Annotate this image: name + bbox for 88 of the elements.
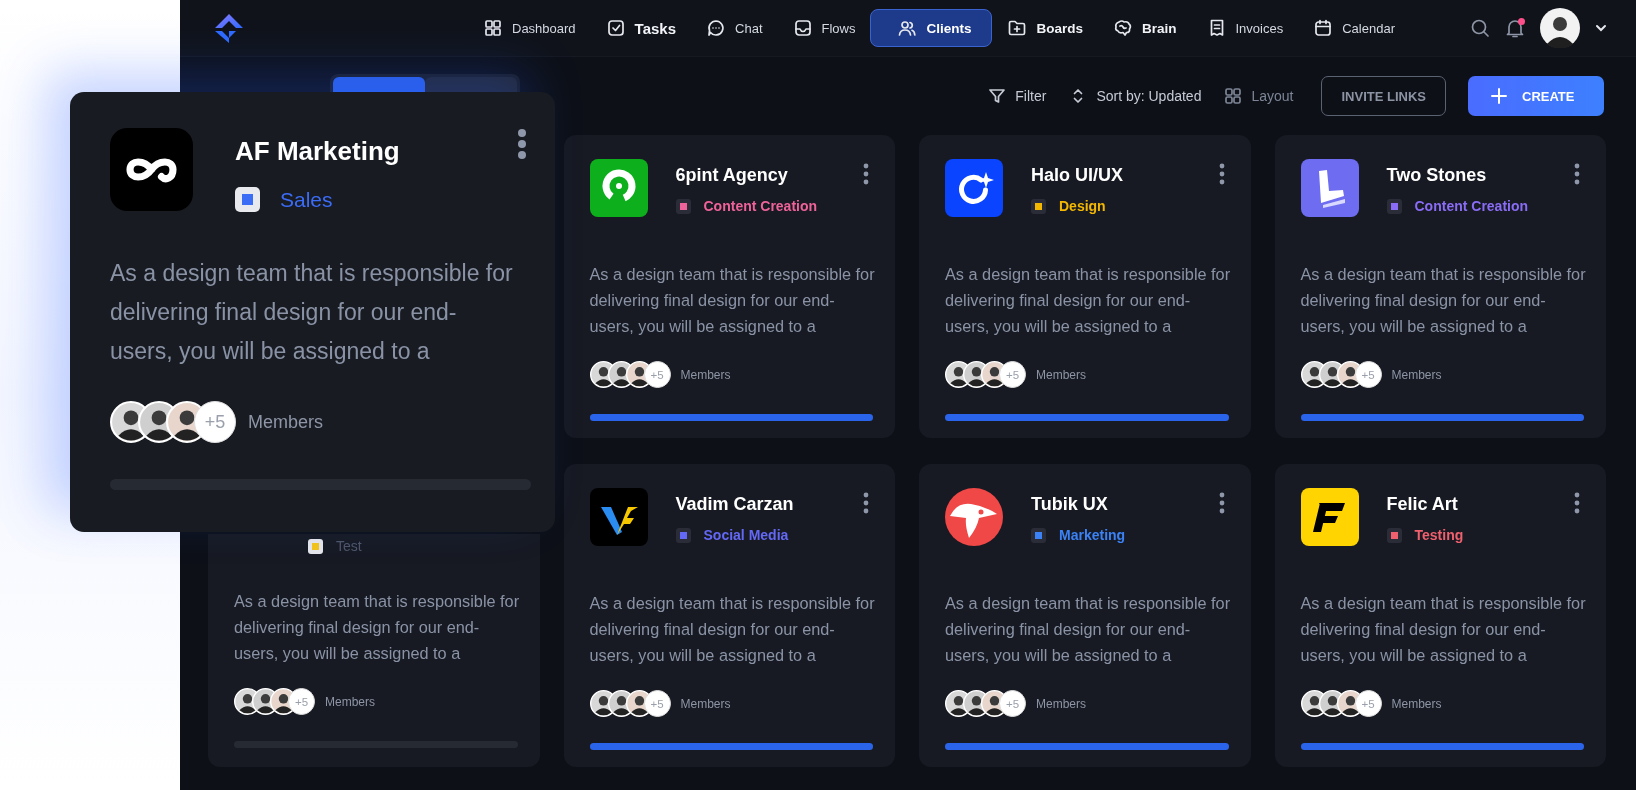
nav-link[interactable]: Brain [1098,9,1192,47]
client-name: AF Marketing [235,136,401,167]
nav-link[interactable]: Chat [691,9,778,47]
more-menu-icon[interactable] [863,163,869,185]
members-label: Members [1391,696,1442,711]
tag-label: Social Media [703,527,789,543]
more-menu-icon[interactable] [863,492,869,514]
members-label: Members [1391,367,1442,382]
more-menu-icon[interactable] [1218,163,1225,185]
tag-label: Design [1059,198,1106,214]
client-card[interactable]: Tubik UX Marketing As a design team that is responsible for delivering final design for our end-users, you will be assigned to a +5 Members [919,464,1251,767]
chat-icon [706,18,727,38]
toolbar-link[interactable]: Sort by: Updated [1068,86,1202,106]
users-icon [897,18,918,38]
nav-link[interactable]: Boards [992,9,1098,47]
member-count: +5 [643,690,671,717]
more-menu-icon[interactable] [1574,492,1580,514]
toolbar-link[interactable]: Layout [1223,86,1294,106]
tag-label: Test [336,538,362,554]
client-name: Halo UI/UX [1031,165,1124,186]
nav-link[interactable]: Clients [870,9,993,47]
client-card[interactable]: Vadim Carzan Social Media As a design team that is responsible for delivering final design for our end-users, you will be assigned to a +5 Members [563,464,895,767]
folder-plus-icon [1007,18,1028,38]
member-count: +5 [1354,690,1382,717]
members-label: Members [680,696,731,711]
filter-icon [987,86,1008,106]
client-name: Two Stones [1386,165,1488,186]
members-label: Members [1036,367,1086,382]
nav-link[interactable]: Invoices [1191,9,1299,47]
search-icon[interactable] [1470,18,1490,38]
member-count: +5 [194,401,236,443]
card-description: As a design team that is responsible for delivering final design for our end-users, you will be assigned to a [589,593,876,666]
toolbar-link[interactable]: Filter [987,86,1047,106]
client-logo [945,159,1003,217]
client-logo [589,159,648,217]
tag-label: Content Creation [1414,198,1529,214]
member-count: +5 [999,690,1026,717]
client-card[interactable]: Test As a design team that is responsible for delivering final design for our end-users, you will be assigned to a +5 Members [208,534,540,767]
nav-link[interactable]: Calendar [1298,9,1410,47]
tag-label: Testing [1414,527,1464,543]
card-description: As a design team that is responsible for delivering final design for our end-users, you will be assigned to a [110,259,514,366]
client-name: Felic Art [1386,494,1459,515]
nav-link[interactable]: Dashboard [468,9,591,47]
card-description: As a design team that is responsible for delivering final design for our end-users, you will be assigned to a [945,593,1231,666]
dragged-card[interactable]: AF Marketing Sales As a design team that is responsible for delivering final design for our end-users, you will be assigned to a +5 Members [70,92,555,532]
card-description: As a design team that is responsible for delivering final design for our end-users, you will be assigned to a [589,264,876,337]
brain-icon [1113,18,1133,38]
more-menu-icon[interactable] [1218,492,1225,514]
invite-links-button[interactable]: INVITE LINKS [1321,76,1446,116]
layout-icon [1223,86,1244,106]
members-label: Members [1036,696,1086,711]
client-logo [945,488,1003,546]
plus-icon [1490,87,1508,105]
tag-label: Sales [280,187,333,212]
client-card[interactable]: Felic Art Testing As a design team that is responsible for delivering final design for our end-users, you will be assigned to a +5 Members [1274,464,1606,767]
client-logo [1300,488,1359,546]
checkbox-icon [605,18,626,38]
create-button[interactable]: CREATE [1468,76,1604,116]
nav-link[interactable]: Tasks [590,9,692,47]
member-count: +5 [999,361,1026,388]
avatar[interactable] [1540,8,1580,48]
card-description: As a design team that is responsible for delivering final design for our end-users, you will be assigned to a [945,264,1231,337]
member-count: +5 [1354,361,1382,388]
client-name: Vadim Carzan [675,494,795,515]
member-count: +5 [643,361,671,388]
card-description: As a design team that is responsible for delivering final design for our end-users, you will be assigned to a [234,591,520,664]
members-label: Members [325,694,375,709]
grid-icon [483,18,503,38]
member-count: +5 [288,688,315,715]
client-card[interactable]: Two Stones Content Creation As a design team that is responsible for delivering final design for our end-users, you will be assigned to a +5 Members [1274,135,1606,438]
members-label: Members [248,411,323,433]
nav-link[interactable]: Flows [777,9,871,47]
client-card[interactable]: 6pint Agency Content Creation As a design team that is responsible for delivering final design for our end-users, you will be assigned to a +5 Members [563,135,895,438]
more-menu-icon[interactable] [1574,163,1580,185]
client-name: 6pint Agency [675,165,789,186]
bell-icon[interactable] [1504,17,1526,39]
calendar-icon [1313,18,1334,38]
client-logo [589,488,648,546]
tag-label: Content Creation [703,198,818,214]
card-description: As a design team that is responsible for delivering final design for our end-users, you will be assigned to a [1300,593,1587,666]
more-menu-icon[interactable] [517,128,527,160]
client-name: Tubik UX [1031,494,1109,515]
card-description: As a design team that is responsible for delivering final design for our end-users, you will be assigned to a [1300,264,1587,337]
client-logo [1300,159,1359,217]
inbox-icon [792,18,813,38]
members-label: Members [680,367,731,382]
tag-label: Marketing [1059,527,1126,543]
client-card[interactable]: Halo UI/UX Design As a design team that is responsible for delivering final design for our end-users, you will be assigned to a +5 Members [919,135,1251,438]
